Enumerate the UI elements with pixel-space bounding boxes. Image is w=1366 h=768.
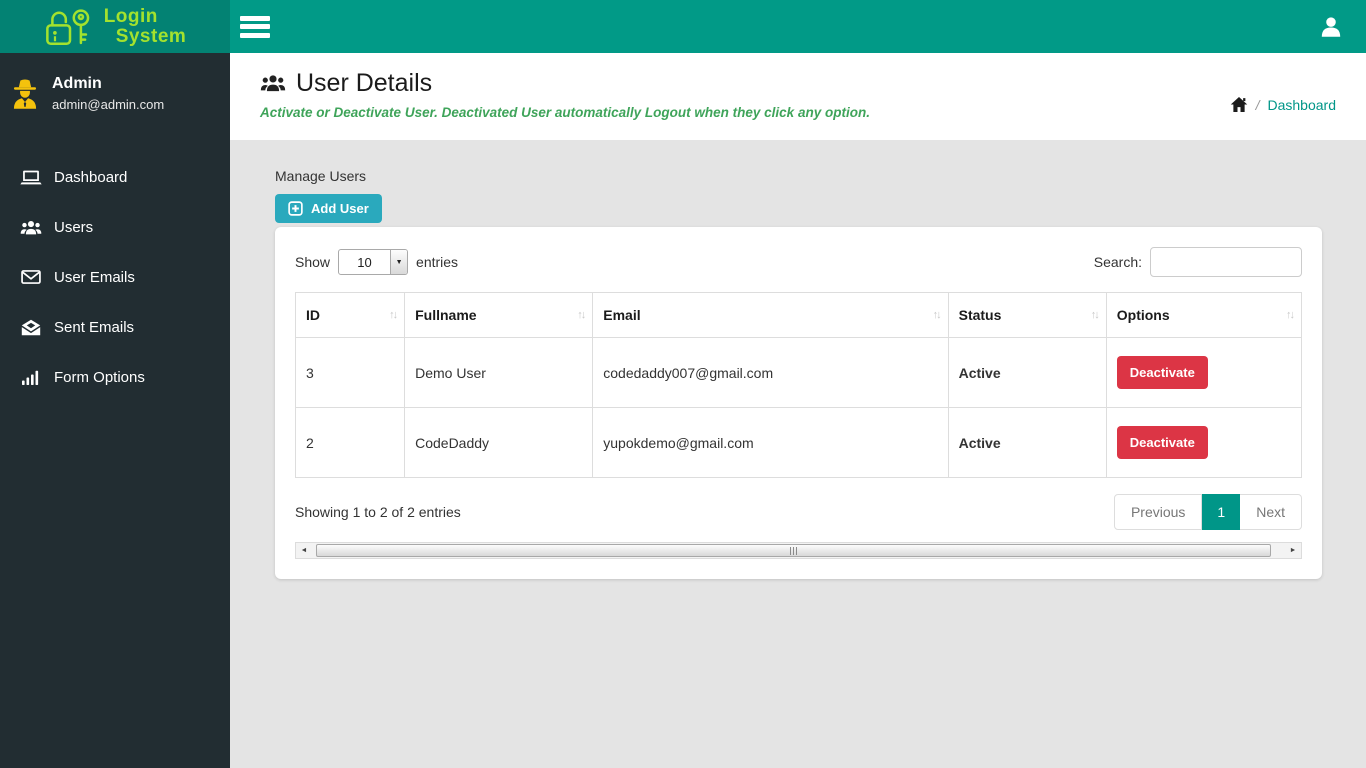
sidebar-item-form-options[interactable]: Form Options: [0, 352, 230, 402]
search-label: Search:: [1093, 254, 1142, 270]
add-user-button[interactable]: Add User: [275, 194, 382, 223]
table-footer: Showing 1 to 2 of 2 entries Previous 1 N…: [295, 494, 1302, 530]
show-label: Show: [295, 254, 331, 270]
cell-options: Deactivate: [1105, 337, 1303, 408]
cell-id: 3: [294, 337, 406, 408]
deactivate-button[interactable]: Deactivate: [1116, 356, 1208, 389]
admin-email: admin@admin.com: [52, 97, 165, 112]
search-control: Search:: [1094, 247, 1302, 277]
plus-square-icon: [288, 201, 303, 216]
select-dropdown-button[interactable]: ▼: [390, 250, 408, 274]
top-header: Login System: [0, 0, 1366, 53]
scrollbar-track[interactable]: [312, 543, 1285, 558]
topbar: [230, 0, 1366, 53]
users-table: ID ↑↓ Fullname ↑↓ Email ↑↓ Status ↑↓ Opt…: [294, 292, 1303, 478]
menu-toggle-button[interactable]: [240, 14, 270, 40]
cell-fullname: CodeDaddy: [404, 407, 594, 478]
users-title-icon: [260, 71, 286, 97]
sidebar-item-label: User Emails: [54, 268, 135, 286]
envelope-icon: [20, 266, 42, 288]
cell-email: yupokdemo@gmail.com: [592, 407, 949, 478]
sidebar-nav: Dashboard Users User Emails Sent Emails …: [0, 134, 230, 402]
page-subtitle: Activate or Deactivate User. Deactivated…: [260, 105, 870, 120]
sort-icon[interactable]: ↑↓: [933, 309, 942, 321]
page-length-select[interactable]: 10 ▼: [338, 249, 409, 275]
sidebar-item-label: Sent Emails: [54, 318, 135, 336]
column-header-email[interactable]: Email ↑↓: [592, 292, 949, 338]
sidebar-item-dashboard[interactable]: Dashboard: [0, 152, 230, 202]
breadcrumb-link-dashboard[interactable]: Dashboard: [1268, 97, 1337, 113]
page-length-value: 10: [357, 254, 372, 270]
sidebar: Admin admin@admin.com Dashboard Users Us…: [0, 53, 230, 768]
envelope-open-icon: [20, 316, 42, 338]
breadcrumb: / Dashboard: [1230, 95, 1336, 115]
pagination-previous-button[interactable]: Previous: [1113, 494, 1203, 530]
sidebar-item-user-emails[interactable]: User Emails: [0, 252, 230, 302]
content-body: Manage Users Add User Show 10 ▼ entries: [230, 140, 1366, 607]
table-info: Showing 1 to 2 of 2 entries: [295, 504, 461, 520]
brand-title: Login System: [103, 5, 187, 47]
sidebar-item-sent-emails[interactable]: Sent Emails: [0, 302, 230, 352]
laptop-icon: [20, 166, 42, 188]
user-secret-icon: [13, 79, 37, 109]
entries-label: entries: [416, 254, 459, 270]
brand-logo[interactable]: Login System: [0, 0, 230, 53]
sort-icon[interactable]: ↑↓: [1286, 309, 1295, 321]
column-header-fullname[interactable]: Fullname ↑↓: [404, 292, 594, 338]
lock-key-icon: [45, 8, 89, 45]
scroll-right-arrow-icon[interactable]: ►: [1285, 543, 1301, 558]
content-header: User Details Activate or Deactivate User…: [230, 53, 1366, 140]
horizontal-scrollbar[interactable]: ◄ ►: [295, 542, 1302, 559]
column-header-id[interactable]: ID ↑↓: [294, 292, 406, 338]
page-length-control: Show 10 ▼ entries: [295, 249, 458, 275]
column-header-options[interactable]: Options ↑↓: [1105, 292, 1303, 338]
table-row: 3 Demo User codedaddy007@gmail.com Activ…: [294, 337, 1303, 408]
admin-info: Admin admin@admin.com: [52, 75, 164, 112]
column-header-status[interactable]: Status ↑↓: [947, 292, 1107, 338]
users-icon: [20, 216, 42, 238]
add-user-label: Add User: [311, 201, 369, 216]
pagination-next-button[interactable]: Next: [1240, 494, 1302, 530]
scrollbar-grip-icon: [789, 546, 798, 555]
signal-bars-icon: [20, 366, 42, 388]
page-heading: User Details Activate or Deactivate User…: [260, 69, 870, 120]
main-content: User Details Activate or Deactivate User…: [230, 0, 1366, 607]
page-title: User Details: [260, 69, 870, 98]
sidebar-item-label: Form Options: [54, 368, 145, 386]
pagination-page-1-button[interactable]: 1: [1202, 494, 1241, 530]
cell-status: Active: [947, 337, 1107, 408]
panel-heading: Manage Users: [275, 168, 367, 184]
admin-name: Admin: [52, 75, 102, 92]
table-header-row: ID ↑↓ Fullname ↑↓ Email ↑↓ Status ↑↓ Opt…: [294, 292, 1303, 338]
page-title-text: User Details: [296, 69, 433, 97]
scroll-left-arrow-icon[interactable]: ◄: [296, 543, 312, 558]
sort-icon[interactable]: ↑↓: [577, 309, 586, 321]
sidebar-item-label: Users: [54, 218, 94, 236]
table-row: 2 CodeDaddy yupokdemo@gmail.com Active D…: [294, 407, 1303, 478]
pagination: Previous 1 Next: [1113, 494, 1302, 530]
scrollbar-thumb[interactable]: [316, 544, 1271, 557]
home-icon[interactable]: [1230, 96, 1248, 114]
sidebar-item-label: Dashboard: [54, 168, 128, 186]
sidebar-admin-block: Admin admin@admin.com: [0, 53, 230, 134]
sidebar-item-users[interactable]: Users: [0, 202, 230, 252]
deactivate-button[interactable]: Deactivate: [1116, 426, 1208, 459]
cell-id: 2: [294, 407, 406, 478]
search-input[interactable]: [1150, 247, 1302, 277]
cell-email: codedaddy007@gmail.com: [592, 337, 949, 408]
table-controls: Show 10 ▼ entries Search:: [295, 247, 1302, 277]
cell-status: Active: [947, 407, 1107, 478]
sort-icon[interactable]: ↑↓: [389, 309, 398, 321]
cell-options: Deactivate: [1105, 407, 1303, 478]
cell-fullname: Demo User: [404, 337, 594, 408]
user-account-icon[interactable]: [1318, 14, 1344, 40]
users-table-card: Show 10 ▼ entries Search: ID ↑↓ Fullname…: [275, 227, 1322, 579]
breadcrumb-separator: /: [1255, 97, 1260, 113]
sort-icon[interactable]: ↑↓: [1091, 309, 1100, 321]
